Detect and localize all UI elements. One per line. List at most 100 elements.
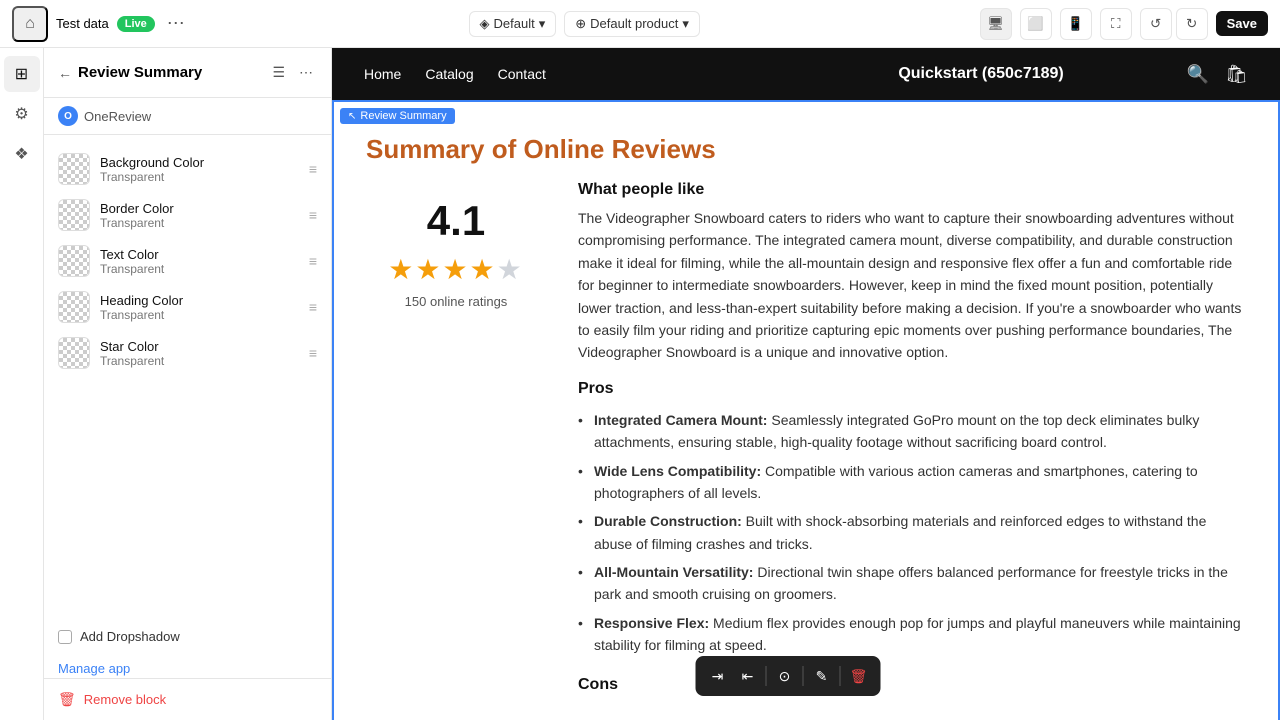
pro-item-5: Responsive Flex: Medium flex provides en… [578, 609, 1246, 660]
sidebar-list-icon[interactable]: ☰ [268, 60, 289, 85]
default-product-button[interactable]: ⊕ Default product ▾ [564, 11, 700, 37]
undo-redo-group: ↺ ↻ [1140, 8, 1208, 40]
home-icon[interactable]: ⌂ [12, 6, 48, 42]
preview-area: Home Catalog Contact Quickstart (650c718… [332, 48, 1280, 720]
summary-title: Summary of Online Reviews [366, 134, 1246, 165]
star-color-swatch[interactable] [58, 337, 90, 369]
background-color-info: Background Color Transparent [100, 155, 299, 184]
pro-item-1: Integrated Camera Mount: Seamlessly inte… [578, 406, 1246, 457]
back-button[interactable]: ← [58, 65, 72, 81]
review-content-row: 4.1 ★★★★★ 150 online ratings What people… [366, 181, 1246, 710]
toolbar-duplicate-button[interactable]: ⊙ [771, 662, 799, 690]
pro-item-2: Wide Lens Compatibility: Compatible with… [578, 457, 1246, 508]
store-nav-home[interactable]: Home [364, 66, 401, 82]
nav-icon-blocks[interactable]: ⊞ [4, 56, 40, 92]
pro-title-2: Wide Lens Compatibility: [594, 463, 761, 479]
rating-number: 4.1 [366, 197, 546, 245]
rating-column: 4.1 ★★★★★ 150 online ratings [366, 181, 546, 325]
nav-icon-apps[interactable]: ❖ [4, 136, 40, 172]
toolbar-edit-button[interactable]: ✎ [808, 662, 836, 690]
manage-app-row: Manage app [44, 652, 331, 678]
product-icon: ⊕ [575, 16, 586, 32]
remove-block-row[interactable]: 🗑 Remove block [44, 678, 331, 720]
pros-heading: Pros [578, 380, 1246, 398]
text-stack-icon[interactable]: ≡ [309, 253, 317, 269]
color-row-border: Border Color Transparent ≡ [58, 193, 317, 237]
pro-item-4: All-Mountain Versatility: Directional tw… [578, 558, 1246, 609]
theme-icon: ◈ [480, 16, 490, 32]
color-row-star: Star Color Transparent ≡ [58, 331, 317, 375]
dropshadow-row: Add Dropshadow [44, 621, 331, 652]
star-color-value: Transparent [100, 354, 299, 368]
tablet-view-button[interactable]: ⬜ [1020, 8, 1052, 40]
pros-list: Integrated Camera Mount: Seamlessly inte… [578, 406, 1246, 660]
border-color-name: Border Color [100, 201, 299, 216]
remove-icon: 🗑 [58, 691, 76, 708]
heading-color-swatch[interactable] [58, 291, 90, 323]
dropshadow-checkbox[interactable] [58, 630, 72, 644]
toolbar-separator-3 [840, 666, 841, 686]
pros-section: Pros Integrated Camera Mount: Seamlessly… [578, 380, 1246, 660]
store-nav-catalog[interactable]: Catalog [425, 66, 473, 82]
toolbar-delete-button[interactable]: 🗑 [845, 662, 873, 690]
text-color-name: Text Color [100, 247, 299, 262]
fullscreen-button[interactable]: ⛶ [1100, 8, 1132, 40]
cons-section: Cons [578, 676, 1246, 694]
default-theme-button[interactable]: ◈ Default ▾ [469, 11, 557, 37]
cons-heading: Cons [578, 676, 1246, 694]
what-people-like-heading: What people like [578, 181, 1246, 199]
background-stack-icon[interactable]: ≡ [309, 161, 317, 177]
star-4: ★ [470, 254, 497, 285]
chevron-down-icon: ▾ [539, 16, 546, 32]
store-cart-button[interactable]: 🛍 [1225, 64, 1248, 85]
preview-content: ↖ Review Summary Summary of Online Revie… [332, 100, 1280, 720]
pro-title-5: Responsive Flex: [594, 615, 709, 631]
heading-stack-icon[interactable]: ≡ [309, 299, 317, 315]
topbar: ⌂ Test data Live ⋯ ◈ Default ▾ ⊕ Default… [0, 0, 1280, 48]
heading-color-info: Heading Color Transparent [100, 293, 299, 322]
topbar-more-button[interactable]: ⋯ [163, 9, 189, 38]
text-color-swatch[interactable] [58, 245, 90, 277]
mobile-view-button[interactable]: 📱 [1060, 8, 1092, 40]
topbar-left: ⌂ Test data Live ⋯ [12, 6, 189, 42]
border-color-swatch[interactable] [58, 199, 90, 231]
toolbar-align-right-button[interactable]: ⇤ [734, 662, 762, 690]
nav-icon-settings[interactable]: ⚙ [4, 96, 40, 132]
pro-title-1: Integrated Camera Mount: [594, 412, 767, 428]
color-options-list: Background Color Transparent ≡ Border Co… [44, 135, 331, 621]
nav-icons: ⊞ ⚙ ❖ [0, 48, 44, 720]
sidebar-title: Review Summary [78, 64, 262, 81]
stars-display: ★★★★★ [366, 253, 546, 286]
save-button[interactable]: Save [1216, 11, 1268, 36]
manage-app-link[interactable]: Manage app [58, 661, 130, 676]
plugin-row: O OneReview [44, 98, 331, 135]
border-color-value: Transparent [100, 216, 299, 230]
redo-button[interactable]: ↻ [1176, 8, 1208, 40]
sidebar-more-icon[interactable]: ⋯ [295, 60, 317, 85]
sidebar-header: ← Review Summary ☰ ⋯ [44, 48, 331, 98]
undo-button[interactable]: ↺ [1140, 8, 1172, 40]
summary-description: The Videographer Snowboard caters to rid… [578, 207, 1246, 364]
star-stack-icon[interactable]: ≡ [309, 345, 317, 361]
chevron-down-icon: ▾ [682, 16, 689, 32]
toolbar-separator-2 [803, 666, 804, 686]
pro-item-3: Durable Construction: Built with shock-a… [578, 507, 1246, 558]
toolbar-align-left-button[interactable]: ⇥ [704, 662, 732, 690]
store-nav-contact[interactable]: Contact [498, 66, 546, 82]
floating-toolbar: ⇥ ⇤ ⊙ ✎ 🗑 [696, 656, 881, 696]
color-row-background: Background Color Transparent ≡ [58, 147, 317, 191]
border-stack-icon[interactable]: ≡ [309, 207, 317, 223]
background-color-swatch[interactable] [58, 153, 90, 185]
star-color-name: Star Color [100, 339, 299, 354]
text-color-info: Text Color Transparent [100, 247, 299, 276]
review-summary-label: ↖ Review Summary [340, 108, 455, 124]
sidebar-panel: ← Review Summary ☰ ⋯ O OneReview Backgro… [44, 48, 332, 720]
background-color-name: Background Color [100, 155, 299, 170]
topbar-right: 🖥 ⬜ 📱 ⛶ ↺ ↻ Save [980, 8, 1268, 40]
desktop-view-button[interactable]: 🖥 [980, 8, 1012, 40]
color-row-text: Text Color Transparent ≡ [58, 239, 317, 283]
store-title: Quickstart (650c7189) [775, 65, 1186, 83]
store-search-button[interactable]: 🔍 [1187, 64, 1209, 85]
store-topbar: Home Catalog Contact Quickstart (650c718… [332, 48, 1280, 100]
review-block[interactable]: Summary of Online Reviews 4.1 ★★★★★ 150 … [332, 100, 1280, 720]
